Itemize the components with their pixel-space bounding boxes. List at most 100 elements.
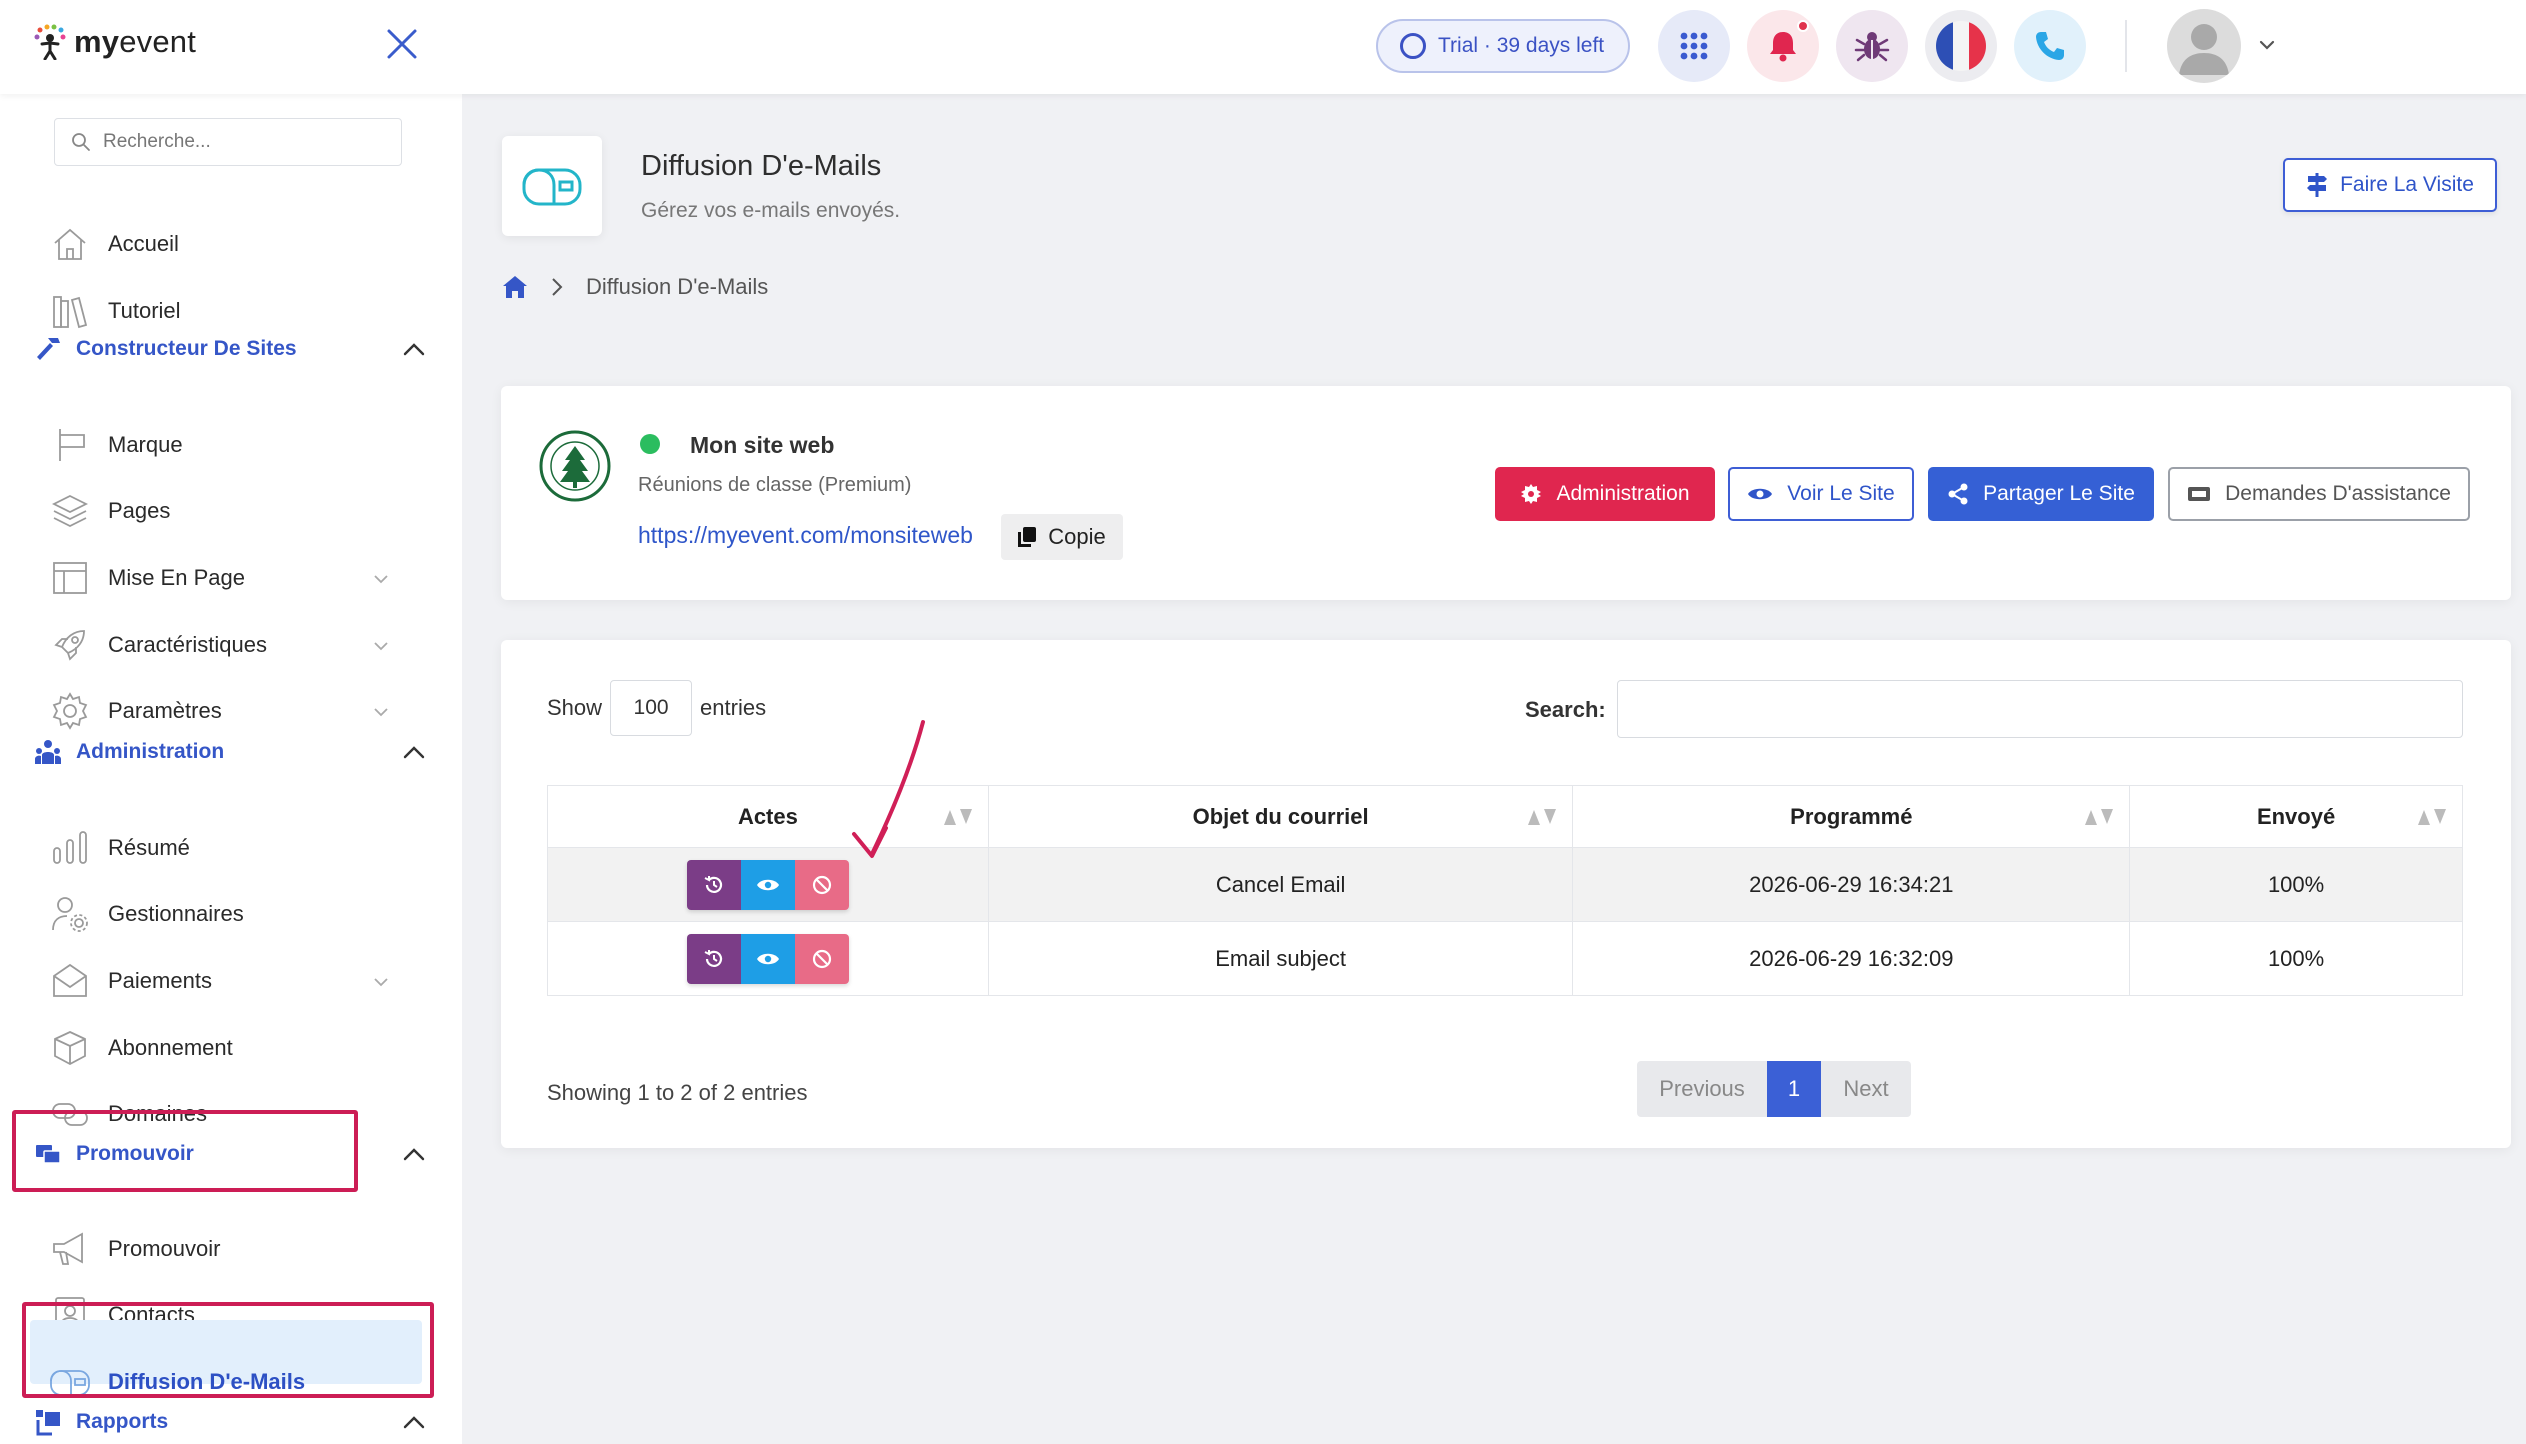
logo[interactable]: myevent (32, 24, 196, 60)
view-site-button[interactable]: Voir Le Site (1728, 467, 1914, 521)
sidebar-item-label: Diffusion D'e-Mails (108, 1369, 306, 1394)
site-url-link[interactable]: https://myevent.com/monsiteweb (638, 522, 973, 549)
column-header-objet[interactable]: Objet du courriel (987, 785, 1574, 848)
actions-cell (547, 847, 989, 922)
sidebar-section-promouvoir[interactable]: Promouvoir (32, 1129, 428, 1179)
sort-icon (2418, 809, 2446, 825)
chevron-down-icon (374, 708, 388, 717)
pagination-page[interactable]: 1 (1767, 1061, 1821, 1117)
trial-badge[interactable]: Trial · 39 days left (1376, 19, 1630, 73)
language-button[interactable] (1925, 10, 1997, 82)
search-icon (72, 133, 90, 151)
support-requests-button[interactable]: Demandes D'assistance (2168, 467, 2470, 521)
breadcrumb-current: Diffusion D'e-Mails (586, 274, 769, 299)
topbar-divider (2125, 20, 2127, 72)
sidebar-item-label: Paramètres (108, 698, 222, 723)
sidebar-section-administration[interactable]: Administration (32, 727, 428, 777)
history-icon (704, 949, 722, 967)
sidebar-item-label: Gestionnaires (108, 901, 244, 926)
france-flag-icon (1936, 21, 1986, 71)
sidebar-search[interactable] (54, 118, 402, 166)
table-row: Cancel Email 2026-06-29 16:34:21 100% (547, 847, 2463, 922)
cancel-button[interactable] (794, 933, 849, 984)
promote-icon (36, 1145, 61, 1164)
chevron-down-icon (374, 978, 388, 987)
cancel-button[interactable] (794, 859, 849, 910)
bug-report-button[interactable] (1836, 10, 1908, 82)
chevron-up-icon (403, 343, 425, 356)
sidebar-section-constructeur[interactable]: Constructeur De Sites (32, 324, 428, 374)
logo-text: myevent (74, 24, 197, 59)
apps-grid-icon (1680, 32, 1708, 60)
pagination: Previous 1 Next (1637, 1061, 1911, 1117)
copy-url-button[interactable]: Copie (1001, 514, 1123, 560)
breadcrumb: Diffusion D'e-Mails (502, 274, 768, 300)
table-header-row: Actes Objet du courriel Programmé Envoyé (547, 785, 2463, 848)
entries-select[interactable] (610, 680, 693, 736)
sidebar-item-label: Paiements (108, 968, 212, 993)
chevron-down-icon (374, 575, 388, 584)
sidebar-item-abonnement[interactable]: Abonnement (48, 1020, 428, 1076)
history-icon (704, 875, 722, 893)
home-icon[interactable] (502, 274, 528, 300)
sidebar-item-promouvoir[interactable]: Promouvoir (48, 1221, 428, 1277)
chevron-up-icon (403, 1416, 425, 1429)
view-button[interactable] (740, 933, 795, 984)
site-type: Réunions de classe (Premium) (638, 474, 912, 496)
user-avatar[interactable] (2167, 9, 2241, 83)
column-header-envoye[interactable]: Envoyé (2129, 785, 2463, 848)
tour-button[interactable]: Faire La Visite (2283, 158, 2497, 212)
page-subtitle: Gérez vos e-mails envoyés. (641, 199, 901, 222)
layers-icon (51, 494, 89, 528)
chevron-up-icon (403, 1148, 425, 1161)
site-card: Mon site web Réunions de classe (Premium… (501, 386, 2511, 600)
chevron-up-icon (403, 746, 425, 759)
pagination-next[interactable]: Next (1821, 1061, 1911, 1117)
table-search-input[interactable] (1617, 680, 2463, 738)
page-title: Diffusion D'e-Mails (641, 150, 882, 182)
sidebar-item-caracteristiques[interactable]: Caractéristiques (48, 617, 428, 673)
sidebar-item-label: Tutoriel (108, 298, 181, 323)
sidebar-section-rapports[interactable]: Rapports (32, 1397, 428, 1444)
sidebar-item-mise-en-page[interactable]: Mise En Page (48, 550, 428, 606)
trial-circle-icon (1400, 33, 1426, 59)
scheduled-cell: 2026-06-29 16:34:21 (1572, 847, 2131, 922)
view-button[interactable] (740, 859, 795, 910)
sidebar-item-paiements[interactable]: Paiements (48, 953, 428, 1009)
site-logo-seal (539, 430, 611, 502)
sidebar-item-accueil[interactable]: Accueil (48, 216, 428, 272)
sidebar-item-marque[interactable]: Marque (48, 417, 428, 473)
history-button[interactable] (686, 859, 741, 910)
home-icon (54, 228, 86, 260)
notification-dot (1797, 20, 1809, 32)
sort-icon (1528, 809, 1557, 825)
administration-label: Administration (1556, 482, 1690, 505)
support-requests-label: Demandes D'assistance (2225, 482, 2451, 505)
section-label: Promouvoir (76, 1142, 194, 1165)
table-search-label: Search: (1525, 697, 1606, 722)
sidebar-item-resume[interactable]: Résumé (48, 820, 428, 876)
administration-button[interactable]: Administration (1495, 467, 1715, 521)
column-header-actes[interactable]: Actes (547, 785, 989, 848)
close-sidebar-button[interactable] (382, 24, 422, 64)
phone-button[interactable] (2014, 10, 2086, 82)
notifications-button[interactable] (1747, 10, 1819, 82)
phone-icon (2036, 32, 2064, 60)
pagination-previous[interactable]: Previous (1637, 1061, 1767, 1117)
history-button[interactable] (686, 933, 741, 984)
bell-icon (1770, 32, 1796, 62)
share-site-label: Partager Le Site (1983, 482, 2135, 505)
share-site-button[interactable]: Partager Le Site (1928, 467, 2154, 521)
user-menu-chevron[interactable] (2256, 34, 2278, 56)
sidebar-search-input[interactable] (103, 131, 383, 153)
row-action-group (686, 933, 849, 984)
column-header-programme[interactable]: Programmé (1572, 785, 2131, 848)
sidebar-item-pages[interactable]: Pages (48, 483, 428, 539)
eye-icon (756, 879, 779, 890)
copy-label: Copie (1048, 524, 1106, 549)
share-icon (1948, 483, 1968, 505)
section-label: Administration (76, 740, 225, 763)
apps-button[interactable] (1658, 10, 1730, 82)
sidebar-item-gestionnaires[interactable]: Gestionnaires (48, 886, 428, 942)
user-icon (2179, 24, 2229, 75)
